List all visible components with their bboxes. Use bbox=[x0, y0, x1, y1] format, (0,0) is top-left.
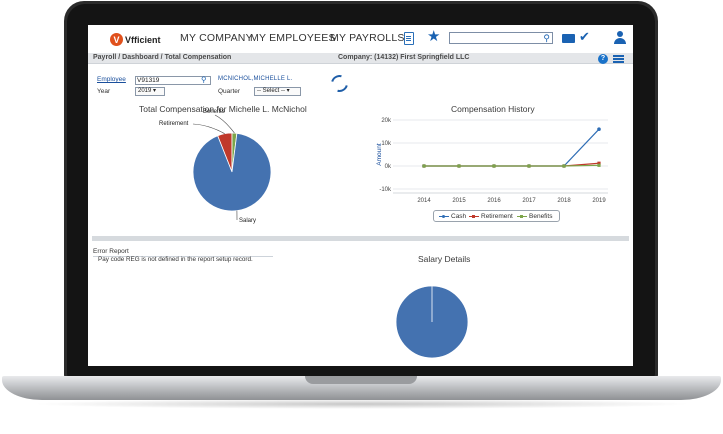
salary-details-pie bbox=[395, 285, 469, 359]
app-screen: V Vfficient MY COMPANY MY EMPLOYEES MY P… bbox=[88, 25, 633, 366]
laptop-shadow bbox=[30, 399, 693, 409]
laptop-notch bbox=[305, 376, 417, 384]
